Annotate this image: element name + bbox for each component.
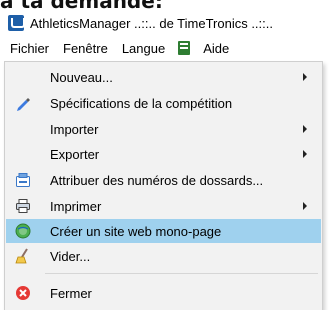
header-fragment-text: à ta demande: (0, 0, 163, 10)
submenu-arrow-icon (303, 150, 307, 158)
menu-item-creer-site[interactable]: Créer un site web mono-page (6, 219, 321, 243)
menu-langue[interactable]: Langue (115, 35, 172, 61)
menu-bar: Fichier Fenêtre Langue Aide (0, 35, 335, 61)
submenu-arrow-icon (303, 202, 307, 210)
title-bar: AthleticsManager ..::.. de TimeTronics .… (0, 11, 335, 35)
menu-item-vider[interactable]: Vider... (6, 244, 321, 268)
menu-item-label: Attribuer des numéros de dossards... (50, 172, 264, 188)
menu-item-exporter[interactable]: Exporter (6, 142, 321, 166)
close-icon (16, 286, 30, 300)
submenu-arrow-icon (303, 73, 307, 81)
menu-aide[interactable]: Aide (196, 35, 236, 61)
header-fragment: à ta demande: (0, 0, 335, 10)
book-icon[interactable] (178, 41, 191, 55)
menu-item-label: Exporter (50, 146, 100, 162)
broom-icon (15, 248, 28, 264)
menu-item-fermer[interactable]: Fermer (6, 281, 321, 305)
menu-fenetre[interactable]: Fenêtre (56, 35, 115, 61)
pencil-icon (17, 98, 30, 111)
menu-item-importer[interactable]: Importer (6, 117, 321, 141)
globe-icon (15, 223, 31, 239)
fichier-dropdown: Nouveau... Spécifications de la compétit… (4, 61, 323, 311)
app-icon (8, 15, 25, 31)
bib-numbers-icon (16, 173, 30, 187)
menu-fichier[interactable]: Fichier (0, 35, 56, 61)
menu-item-label: Créer un site web mono-page (50, 223, 222, 239)
menu-item-imprimer[interactable]: Imprimer (6, 194, 321, 218)
window-title: AthleticsManager ..::.. de TimeTronics .… (30, 15, 273, 31)
menu-item-nouveau[interactable]: Nouveau... (6, 65, 321, 89)
menu-item-label: Fermer (50, 285, 92, 301)
menu-item-attribuer[interactable]: Attribuer des numéros de dossards... (6, 168, 321, 192)
submenu-arrow-icon (303, 125, 307, 133)
menu-item-label: Spécifications de la compétition (50, 95, 233, 111)
menu-item-label: Vider... (50, 248, 91, 264)
menu-item-specifications[interactable]: Spécifications de la compétition (6, 91, 321, 115)
printer-icon (16, 199, 30, 213)
menu-item-label: Importer (50, 121, 99, 137)
menu-separator (45, 273, 318, 274)
background-area (0, 310, 335, 324)
menu-item-label: Imprimer (50, 198, 102, 214)
menu-item-label: Nouveau... (50, 69, 113, 85)
